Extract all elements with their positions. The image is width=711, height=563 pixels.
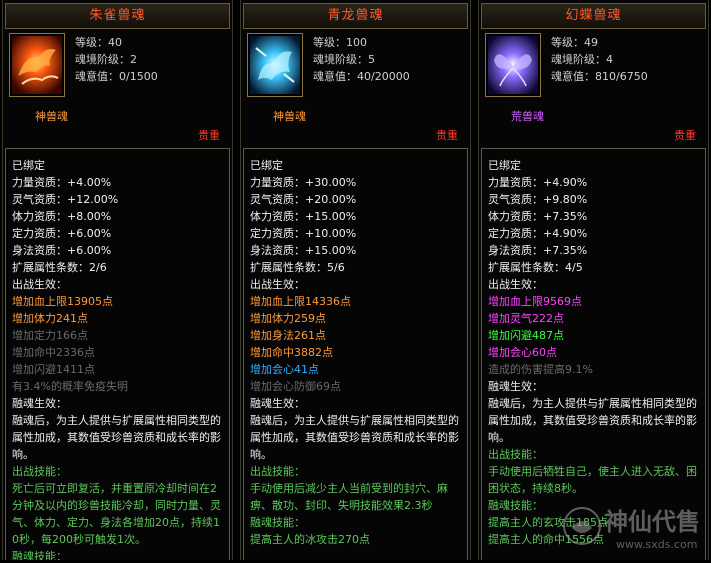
item-slot[interactable] (9, 33, 65, 97)
attribute-line: 有3.4%的概率免疫失明 (12, 380, 128, 393)
panel-title: 幻蝶兽魂 (481, 3, 706, 29)
attribute-line: 身法资质：+15.00% (250, 244, 357, 257)
attribute-line: 身法资质：+7.35% (488, 244, 588, 257)
attribute-line: 出战技能： (488, 448, 543, 461)
attribute-line: 扩展属性条数：5/6 (250, 261, 345, 274)
watermark-brand: 神仙代售 (604, 508, 700, 536)
attribute-list: 已绑定力量资质：+30.00% 灵气资质：+20.00% 体力资质：+15.00% 定… (243, 148, 468, 560)
attribute-line: 手动使用后减少主人当前受到的封穴、麻痹、散功、封印、失明技能效果2.3秒 (250, 482, 448, 512)
attribute-line: 增加闪避1411点 (12, 363, 95, 376)
attribute-line: 增加会心防御69点 (250, 380, 341, 393)
attribute-line: 增加定力166点 (12, 329, 88, 342)
attribute-line: 融魂后，为主人提供与扩展属性相同类型的属性加成，其数值受珍兽资质和成长率的影响。 (12, 414, 221, 461)
soul-panel-vermilion: 朱雀兽魂 等级：40 魂境阶级：2 魂意值：0/1500 神兽魂 贵重 已绑定力… (2, 0, 233, 560)
attribute-line: 扩展属性条数：4/5 (488, 261, 583, 274)
level-info: 等级：40 魂境阶级：2 魂意值：0/1500 (75, 34, 158, 85)
level-text: 等级：100 (313, 36, 367, 49)
watermark-url: www.sxds.com (616, 538, 698, 551)
attribute-line: 身法资质：+6.00% (12, 244, 112, 257)
attribute-line: 体力资质：+7.35% (488, 210, 588, 223)
attribute-line: 出战生效： (12, 278, 67, 291)
site-watermark: 神仙代售 www.sxds.com (560, 488, 710, 560)
attribute-line: 提高主人的冰攻击270点 (250, 533, 370, 546)
rarity-label: 贵重 (674, 129, 696, 142)
attribute-line: 增加命中2336点 (12, 346, 95, 359)
attribute-line: 增加会心41点 (250, 363, 319, 376)
panel-title: 朱雀兽魂 (5, 3, 230, 29)
level-info: 等级：100 魂境阶级：5 魂意值：40/20000 (313, 34, 410, 85)
attribute-line: 出战技能： (12, 465, 67, 478)
azure-dragon-icon (250, 36, 300, 94)
attribute-line: 灵气资质：+9.80% (488, 193, 588, 206)
attribute-line: 融魂生效： (488, 380, 543, 393)
phantom-butterfly-icon (488, 36, 538, 94)
attribute-line: 灵气资质：+12.00% (12, 193, 119, 206)
item-slot[interactable] (247, 33, 303, 97)
attribute-line: 融魂生效： (250, 397, 305, 410)
attribute-line: 死亡后可立即复活，并重置原冷却时间在2分钟及以内的珍兽技能冷却，同时力量、灵气、… (12, 482, 221, 546)
attribute-line: 力量资质：+4.00% (12, 176, 112, 189)
attribute-line: 增加血上限14336点 (250, 295, 351, 308)
rarity-label: 贵重 (198, 129, 220, 142)
attribute-line: 融魂技能： (250, 516, 305, 529)
attribute-line: 扩展属性条数：2/6 (12, 261, 107, 274)
soul-type-label: 神兽魂 (35, 110, 68, 123)
level-text: 等级：40 (75, 36, 122, 49)
attribute-line: 增加身法261点 (250, 329, 326, 342)
attribute-line: 出战生效： (488, 278, 543, 291)
attribute-line: 造成的伤害提高9.1% (488, 363, 593, 376)
level-text: 等级：49 (551, 36, 598, 49)
attribute-line: 增加血上限9569点 (488, 295, 582, 308)
attribute-line: 增加会心60点 (488, 346, 557, 359)
attribute-line: 融魂后，为主人提供与扩展属性相同类型的属性加成，其数值受珍兽资质和成长率的影响。 (250, 414, 459, 461)
soul-type-label: 荒兽魂 (511, 110, 544, 123)
level-info: 等级：49 魂境阶级：4 魂意值：810/6750 (551, 34, 648, 85)
rarity-label: 贵重 (436, 129, 458, 142)
soul-value-text: 魂意值：0/1500 (75, 70, 158, 83)
attribute-line: 增加命中3882点 (250, 346, 333, 359)
item-slot[interactable] (485, 33, 541, 97)
soul-panel-azure-dragon: 青龙兽魂 等级：100 魂境阶级：5 魂意值：40/20000 神兽魂 贵重 已… (240, 0, 471, 560)
attribute-line: 力量资质：+30.00% (250, 176, 357, 189)
attribute-line: 融魂技能： (12, 550, 67, 560)
attribute-line: 融魂后，为主人提供与扩展属性相同类型的属性加成，其数值受珍兽资质和成长率的影响。 (488, 397, 697, 444)
attribute-line: 增加灵气222点 (488, 312, 564, 325)
attribute-line: 已绑定 (250, 159, 283, 172)
attribute-list: 已绑定力量资质：+4.00% 灵气资质：+12.00% 体力资质：+8.00% 定力资… (5, 148, 230, 560)
attribute-line: 体力资质：+8.00% (12, 210, 112, 223)
attribute-line: 出战技能： (250, 465, 305, 478)
attribute-line: 增加闪避487点 (488, 329, 564, 342)
attribute-line: 体力资质：+15.00% (250, 210, 357, 223)
attribute-line: 定力资质：+10.00% (250, 227, 357, 240)
attribute-line: 定力资质：+6.00% (12, 227, 112, 240)
vermilion-bird-icon (12, 36, 62, 94)
panel-title: 青龙兽魂 (243, 3, 468, 29)
realm-text: 魂境阶级：4 (551, 53, 613, 66)
attribute-line: 增加体力259点 (250, 312, 326, 325)
attribute-line: 力量资质：+4.90% (488, 176, 588, 189)
realm-text: 魂境阶级：5 (313, 53, 375, 66)
soul-value-text: 魂意值：40/20000 (313, 70, 410, 83)
attribute-line: 出战生效： (250, 278, 305, 291)
soul-value-text: 魂意值：810/6750 (551, 70, 648, 83)
attribute-line: 定力资质：+4.90% (488, 227, 588, 240)
realm-text: 魂境阶级：2 (75, 53, 137, 66)
attribute-line: 增加血上限13905点 (12, 295, 113, 308)
attribute-line: 灵气资质：+20.00% (250, 193, 357, 206)
soul-panel-phantom-butterfly: 幻蝶兽魂 等级：49 魂境阶级：4 魂意值：810/6750 荒兽魂 贵重 已绑… (478, 0, 709, 560)
soul-type-label: 神兽魂 (273, 110, 306, 123)
attribute-line: 增加体力241点 (12, 312, 88, 325)
attribute-line: 已绑定 (12, 159, 45, 172)
attribute-line: 融魂生效： (12, 397, 67, 410)
attribute-line: 已绑定 (488, 159, 521, 172)
